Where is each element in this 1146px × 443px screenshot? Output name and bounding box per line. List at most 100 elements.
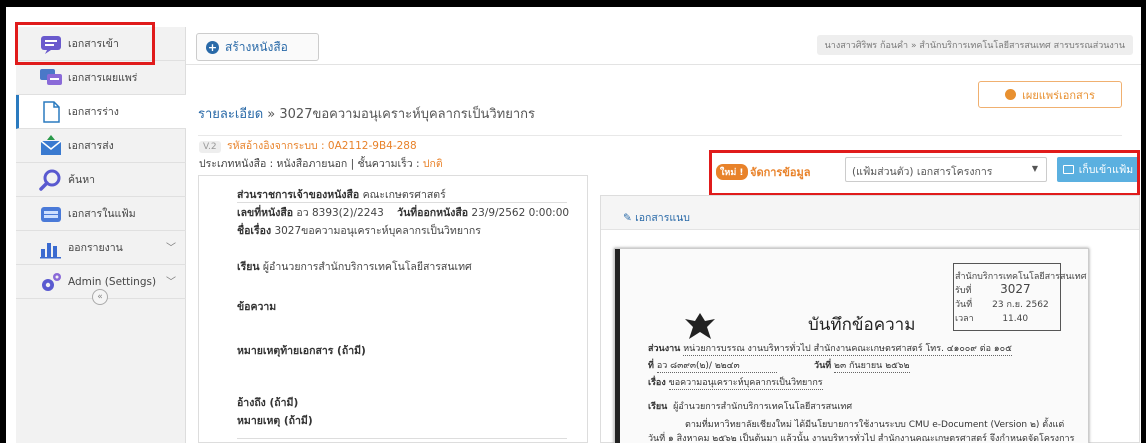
new-badge: ใหม่ ! [716,164,748,180]
chevron-down-icon: ﹀ [166,277,176,288]
owner-value: คณะเกษตรศาสตร์ [359,189,446,201]
divider [198,135,1122,136]
memo-to-value: ผู้อำนวยการสำนักบริการเทคโนโลยีสารสนเทศ [673,402,853,412]
manage-data-label: จัดการข้อมูล [750,166,811,179]
page-title-text: » 3027ขอความอนุเคราะห์บุคลากรเป็นวิทยากร [263,107,535,122]
memo-no-label: ที่ [648,361,654,371]
gear-icon [38,271,64,293]
sidebar-item-label: เอกสารในแฟ้ม [68,208,136,220]
attachment-label[interactable]: ✎ เอกสารแนบ [623,209,690,226]
folder-open-icon [1062,165,1074,174]
stamp-label-date: วันที่ [955,300,973,310]
sidebar-item-reports[interactable]: ออกรายงาน ﹀ [16,231,186,265]
top-bar: + สร้างหนังสือ นางสาวศิริพร ก้อนคำ » สำน… [186,27,1141,65]
chevron-down-icon: ﹀ [166,243,176,254]
issue-date-label: วันที่ออกหนังสือ [397,207,469,219]
send-icon [38,134,64,157]
sidebar-item-inbox[interactable]: เอกสารเข้า [16,27,186,61]
memo-body-line: ตามที่มหาวิทยาลัยเชียงใหม่ ได้มีนโยบายกา… [685,420,1065,430]
detail-link[interactable]: รายละเอียด [198,107,263,122]
inbox-icon [38,33,64,55]
garuda-emblem-icon [685,313,715,339]
folder-select[interactable]: (แฟ้มส่วนตัว) เอกสารโครงการ ▼ [845,157,1047,182]
sidebar-item-label: ออกรายงาน [68,242,123,254]
sidebar-item-label: Admin (Settings) [68,275,157,288]
divider [237,438,567,439]
document-type-row: ประเภทหนังสือ : หนังสือภายนอก | ชั้นความ… [199,155,443,172]
sidebar-item-sent[interactable]: เอกสารส่ง [16,129,186,163]
caret-down-icon: ▼ [1031,164,1038,173]
report-icon [38,237,64,259]
sidebar-item-drafts[interactable]: เอกสารร่าง [16,95,186,129]
sidebar-item-label: เอกสารเผยแพร่ [68,72,138,84]
sidebar-item-label: ค้นหา [68,174,96,186]
folder-icon [38,203,64,225]
memo-date-label: วันที่ [814,361,832,371]
app-window: เอกสารเข้า เอกสารเผยแพร่ เอกสารร่าง เอกส… [6,7,1141,443]
stamp-label-number: รับที่ [955,286,972,296]
subject-label: ชื่อเรื่อง [237,225,272,237]
recipient-label: เรียน [237,261,260,273]
version-badge: V.2 [199,141,221,153]
stamp-date: 23 ก.ย. 2562 [992,300,1049,310]
attachment-panel: ✎ เอกสารแนบ สำนักบริการเทคโนโลยีสารสนเทศ… [600,195,1140,443]
store-in-folder-button[interactable]: เก็บเข้าแฟ้ม [1057,157,1139,182]
memo-to-label: เรียน [648,402,668,412]
publish-document-button[interactable]: เผยแพร่เอกสาร [978,81,1122,108]
sidebar-item-label: เอกสารส่ง [68,140,114,152]
sidebar-item-folders[interactable]: เอกสารในแฟ้ม [16,197,186,231]
subject-value: 3027ขอความอนุเคราะห์บุคลากรเป็นวิทยากร [271,225,481,237]
memo-date-value: ๒๓ กันยายน ๒๕๖๒ [834,358,910,373]
user-breadcrumb: นางสาวศิริพร ก้อนคำ » สำนักบริการเทคโนโล… [816,35,1133,55]
owner-row: ส่วนราชการเจ้าของหนังสือ คณะเกษตรศาสตร์ [237,186,446,203]
doc-number-value: อว 8393(2)/2243 [293,207,384,219]
memo-no-value: อว ๘๓๙๓(๒)/ ๒๒๔๓ [656,358,777,373]
version-row: V.2 รหัสอ้างอิงจากระบบ : 0A2112-9B4-288 [199,137,417,154]
page-title: รายละเอียด » 3027ขอความอนุเคราะห์บุคลากร… [198,103,535,124]
draft-icon [38,100,64,123]
memo-subject-label: เรื่อง [648,378,666,388]
attachment-label-text: เอกสารแนบ [635,212,690,224]
issue-date-value: 23/9/2562 0:00:00 [468,207,570,219]
sidebar-item-published[interactable]: เอกสารเผยแพร่ [16,61,186,95]
create-document-label: สร้างหนังสือ [225,39,288,54]
publish-icon [38,67,64,89]
memo-dept-label: ส่วนงาน [648,344,681,354]
create-document-button[interactable]: + สร้างหนังสือ [196,33,319,61]
manage-data-bar: ใหม่ ! จัดการข้อมูล (แฟ้มส่วนตัว) เอกสาร… [702,150,1141,194]
memo-body-line: วันที่ ๑ สิงหาคม ๒๕๖๒ เป็นต้นมา แล้วนั้น… [648,434,1075,443]
sidebar-item-label: เอกสารร่าง [68,106,119,118]
content-label: ข้อความ [237,301,277,313]
stamp-label-time: เวลา [955,314,974,324]
doc-number-row: เลขที่หนังสือ อว 8393(2)/2243 วันที่ออกห… [237,204,569,221]
main-content: รายละเอียด » 3027ขอความอนุเคราะห์บุคลากร… [186,65,1141,443]
sidebar: เอกสารเข้า เอกสารเผยแพร่ เอกสารร่าง เอกส… [16,27,186,443]
doc-number-label: เลขที่หนังสือ [237,207,294,219]
stamp-time: 11.40 [1002,314,1029,324]
sidebar-item-label: เอกสารเข้า [68,38,119,50]
plus-circle-icon: + [206,40,219,54]
folder-select-value: (แฟ้มส่วนตัว) เอกสารโครงการ [852,166,993,178]
store-label: เก็บเข้าแฟ้ม [1078,164,1134,176]
stamp-number: 3027 [1000,282,1031,296]
memo-dept-value: หน่วยการบรรณ งานบริหารทั่วไป สำนักงานคณะ… [683,341,1012,356]
publish-label: เผยแพร่เอกสาร [1022,88,1095,102]
divider [237,202,567,203]
footnote-label: หมายเหตุท้ายเอกสาร (ถ้ามี) [237,345,366,357]
system-code: รหัสอ้างอิงจากระบบ : 0A2112-9B4-288 [226,140,417,152]
recipient-row: เรียน ผู้อำนวยการสำนักบริการเทคโนโลยีสาร… [237,258,472,275]
memo-subject-value: ขอความอนุเคราะห์บุคลากรเป็นวิทยากร [668,375,823,390]
recipient-value: ผู้อำนวยการสำนักบริการเทคโนโลยีสารสนเทศ [259,261,472,273]
memo-heading: บันทึกข้อความ [808,315,916,335]
page-edge [615,249,620,443]
document-detail-panel: ส่วนราชการเจ้าของหนังสือ คณะเกษตรศาสตร์ … [198,175,588,443]
document-type-text: ประเภทหนังสือ : หนังสือภายนอก | ชั้นความ… [199,158,423,170]
sidebar-item-search[interactable]: ค้นหา [16,163,186,197]
search-icon [38,169,64,191]
reference-label: อ้างถึง (ถ้ามี) [237,397,299,409]
attachment-preview[interactable]: สำนักบริการเทคโนโลยีสารสนเทศ รับที่ 3027… [614,248,1089,443]
owner-label: ส่วนราชการเจ้าของหนังสือ [237,189,360,201]
note-label: หมายเหตุ (ถ้ามี) [237,415,313,427]
urgency-value: ปกติ [422,158,443,170]
sidebar-collapse-button[interactable]: « [92,289,108,305]
